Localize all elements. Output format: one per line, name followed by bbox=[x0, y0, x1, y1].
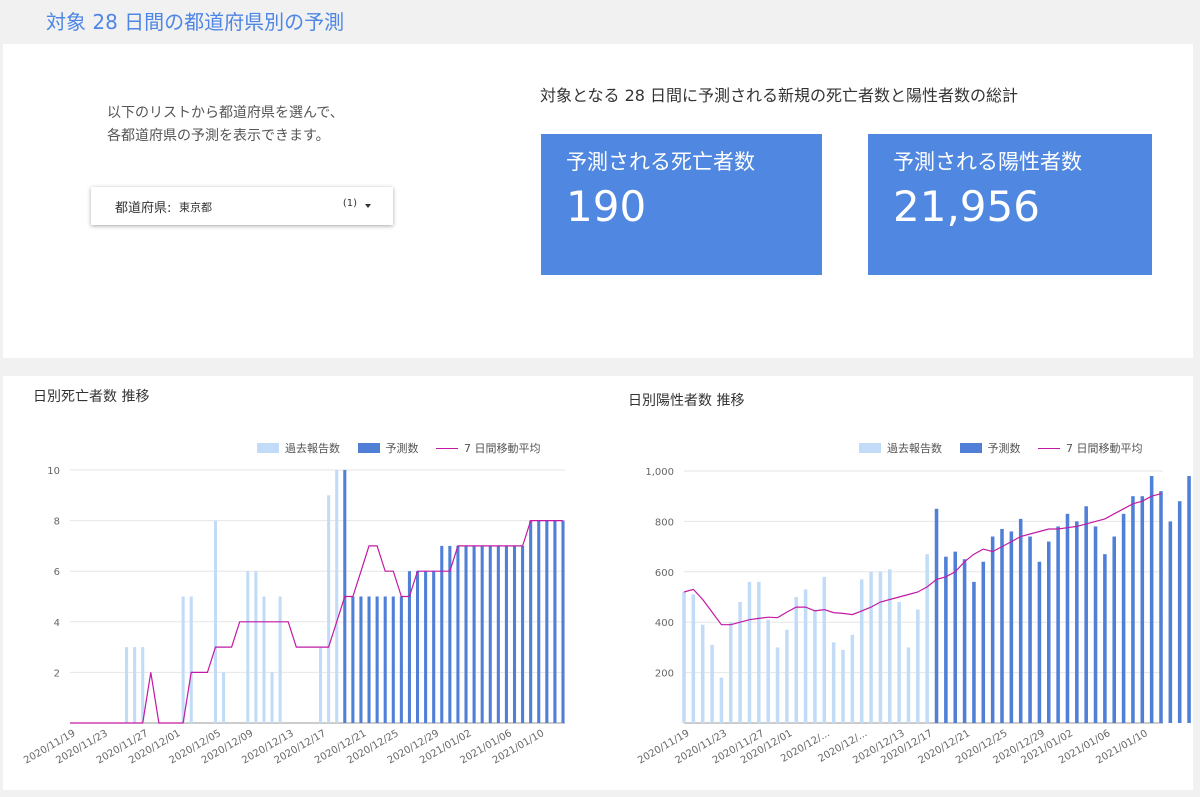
positives-y-tick-label: 200 bbox=[655, 669, 674, 680]
positives-past-bar bbox=[691, 594, 696, 723]
positives-y-tick-label: 400 bbox=[655, 618, 674, 629]
positives-forecast-bar bbox=[1121, 513, 1126, 723]
positives-forecast-bar bbox=[972, 581, 976, 723]
positives-forecast-bar bbox=[1159, 491, 1163, 723]
positives-past-bar bbox=[700, 624, 705, 723]
positives-past-bar bbox=[738, 602, 742, 723]
positives-past-bar bbox=[869, 571, 873, 723]
positives-forecast-bar bbox=[944, 556, 948, 723]
positives-forecast-bar bbox=[1028, 536, 1032, 723]
positives-forecast-bar bbox=[1187, 476, 1191, 723]
positives-past-bar bbox=[775, 647, 780, 723]
charts-panel: 日別死亡者数 推移 日別陽性者数 推移 過去報告数 予測数 7 日間移動平均 過… bbox=[3, 376, 1193, 790]
positives-past-bar bbox=[822, 576, 827, 723]
positives-forecast-bar bbox=[1018, 518, 1023, 723]
positives-past-bar bbox=[813, 609, 817, 723]
positives-forecast-bar bbox=[1056, 526, 1060, 723]
positives-forecast-bar bbox=[1112, 536, 1117, 723]
positives-past-bar bbox=[766, 619, 770, 723]
positives-forecast-bar bbox=[1000, 528, 1004, 723]
positives-forecast-bar bbox=[1037, 561, 1042, 723]
positives-moving-average-line bbox=[683, 493, 1162, 626]
prefecture-dropdown[interactable]: 都道府県: 東京都 (1) bbox=[91, 187, 393, 225]
chevron-down-icon[interactable] bbox=[365, 204, 371, 208]
kpi-deaths-value: 190 bbox=[566, 182, 647, 231]
positives-forecast-bar bbox=[1140, 496, 1145, 723]
kpi-deaths-card: 予測される死亡者数 190 bbox=[541, 134, 822, 275]
positives-forecast-bar bbox=[1168, 521, 1173, 723]
positives-y-tick-label: 600 bbox=[655, 568, 674, 579]
positives-forecast-bar bbox=[1103, 554, 1107, 723]
positives-past-bar bbox=[859, 579, 864, 723]
positives-past-bar bbox=[747, 581, 752, 723]
positives-forecast-bar bbox=[1075, 521, 1079, 723]
positives-past-bar bbox=[794, 597, 799, 723]
positives-forecast-bar bbox=[1149, 476, 1154, 723]
positives-forecast-bar bbox=[962, 559, 967, 723]
positives-past-bar bbox=[916, 609, 920, 723]
dropdown-value: 東京都 bbox=[179, 201, 212, 214]
positives-forecast-bar bbox=[1046, 541, 1051, 723]
kpi-positives-card: 予測される陽性者数 21,956 bbox=[868, 134, 1152, 275]
kpi-positives-label: 予測される陽性者数 bbox=[893, 150, 1082, 174]
kpi-positives-value: 21,956 bbox=[893, 182, 1040, 231]
page-title: 対象 28 日間の都道府県別の予測 bbox=[46, 10, 345, 34]
positives-forecast-bar bbox=[1084, 506, 1088, 723]
kpi-deaths-label: 予測される死亡者数 bbox=[566, 150, 755, 174]
positives-chart: 2004006008001,0002020/11/192020/11/23202… bbox=[636, 467, 1191, 766]
positives-forecast-bar bbox=[934, 508, 939, 723]
positives-past-bar bbox=[728, 622, 733, 723]
positives-forecast-bar bbox=[1093, 526, 1098, 723]
positives-forecast-bar bbox=[953, 551, 958, 723]
positives-forecast-bar bbox=[981, 561, 986, 723]
positives-past-bar bbox=[925, 554, 929, 723]
positives-y-tick-label: 1,000 bbox=[645, 467, 674, 478]
positives-y-tick-label: 800 bbox=[655, 517, 674, 528]
dropdown-count: (1) bbox=[342, 198, 357, 209]
positives-past-bar bbox=[785, 629, 789, 723]
intro-line-1: 以下のリストから都道府県を選んで、 bbox=[107, 105, 344, 121]
positives-past-bar bbox=[887, 569, 892, 723]
summary-heading: 対象となる 28 日間に予測される新規の死亡者数と陽性者数の総計 bbox=[540, 86, 1019, 105]
positives-forecast-bar bbox=[990, 536, 995, 723]
summary-panel: 以下のリストから都道府県を選んで、 各都道府県の予測を表示できます。 都道府県:… bbox=[3, 44, 1193, 358]
positives-past-bar bbox=[897, 602, 901, 723]
positives-past-bar bbox=[719, 677, 724, 723]
positives-past-bar bbox=[757, 581, 761, 723]
positives-past-bar bbox=[710, 644, 714, 723]
intro-text: 以下のリストから都道府県を選んで、 各都道府県の予測を表示できます。 bbox=[107, 102, 344, 148]
positives-forecast-bar bbox=[1177, 501, 1182, 723]
intro-line-2: 各都道府県の予測を表示できます。 bbox=[107, 128, 330, 144]
positives-past-bar bbox=[878, 571, 883, 723]
positives-past-bar bbox=[682, 591, 686, 723]
positives-past-bar bbox=[831, 642, 836, 723]
positives-forecast-bar bbox=[1009, 531, 1014, 723]
positives-past-bar bbox=[841, 649, 845, 723]
positives-forecast-bar bbox=[1065, 513, 1070, 723]
positives-past-bar bbox=[803, 589, 808, 723]
positives-forecast-bar bbox=[1131, 496, 1135, 723]
dropdown-label: 都道府県: bbox=[115, 201, 172, 216]
positives-past-bar bbox=[906, 647, 911, 723]
positives-past-bar bbox=[850, 634, 855, 723]
